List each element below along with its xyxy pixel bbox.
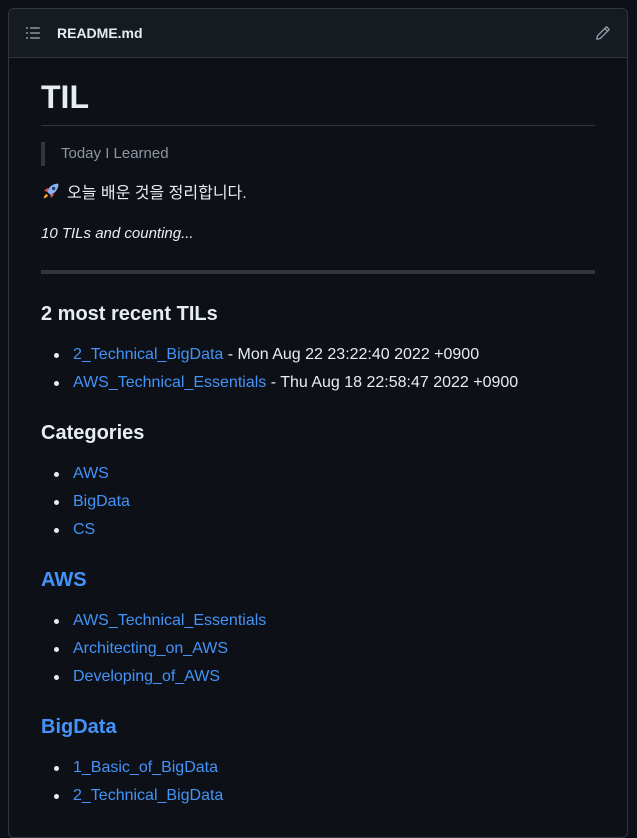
page-title: TIL [41,58,595,126]
intro-paragraph: 오늘 배운 것을 정리합니다. [41,181,595,206]
list-unordered-icon[interactable] [25,25,41,41]
bigdata-link-basic[interactable]: 1_Basic_of_BigData [73,759,218,776]
quote-text: Today I Learned [61,145,169,162]
readme-content: TIL Today I Learned 오늘 배운 것을 정리합니다. 10 T… [9,58,627,810]
bigdata-list: 1_Basic_of_BigData 2_Technical_BigData [41,754,595,810]
recent-heading: 2 most recent TILs [41,303,218,325]
list-item: CS [54,516,595,544]
list-item: AWS_Technical_Essentials [54,607,595,635]
rocket-emoji-icon [41,181,61,201]
til-count-text: 10 TILs and counting... [41,225,194,242]
aws-link-architecting[interactable]: Architecting_on_AWS [73,640,228,657]
recent-date: - Mon Aug 22 23:22:40 2022 +0900 [223,346,480,363]
recent-date: - Thu Aug 18 22:58:47 2022 +0900 [266,374,519,391]
bigdata-section-heading[interactable]: BigData [41,715,595,740]
list-item: 2_Technical_BigData [54,782,595,810]
recent-link-aws-technical-essentials[interactable]: AWS_Technical_Essentials [73,374,266,391]
list-item: Architecting_on_AWS [54,635,595,663]
readme-box: README.md TIL Today I Learned 오늘 배운 것을 정… [8,8,628,838]
aws-link-developing[interactable]: Developing_of_AWS [73,668,220,685]
category-link-aws[interactable]: AWS [73,465,109,482]
recent-list: 2_Technical_BigData - Mon Aug 22 23:22:4… [41,341,595,397]
intro-text: 오늘 배운 것을 정리합니다. [67,185,247,202]
categories-heading: Categories [41,422,145,444]
readme-header: README.md [9,9,627,58]
list-item: Developing_of_AWS [54,663,595,691]
pencil-icon[interactable] [595,25,611,41]
aws-link-technical-essentials[interactable]: AWS_Technical_Essentials [73,612,266,629]
aws-section-heading[interactable]: AWS [41,568,595,593]
aws-list: AWS_Technical_Essentials Architecting_on… [41,607,595,691]
category-link-bigdata[interactable]: BigData [73,493,130,510]
bigdata-link-technical[interactable]: 2_Technical_BigData [73,787,223,804]
list-item: AWS_Technical_Essentials - Thu Aug 18 22… [54,369,595,397]
list-item: AWS [54,460,595,488]
categories-list: AWS BigData CS [41,460,595,544]
quote-block: Today I Learned [41,142,595,166]
divider [41,270,595,274]
list-item: 2_Technical_BigData - Mon Aug 22 23:22:4… [54,341,595,369]
file-name-link[interactable]: README.md [57,25,143,41]
category-link-cs[interactable]: CS [73,521,95,538]
list-item: 1_Basic_of_BigData [54,754,595,782]
recent-link-technical-bigdata[interactable]: 2_Technical_BigData [73,346,223,363]
list-item: BigData [54,488,595,516]
